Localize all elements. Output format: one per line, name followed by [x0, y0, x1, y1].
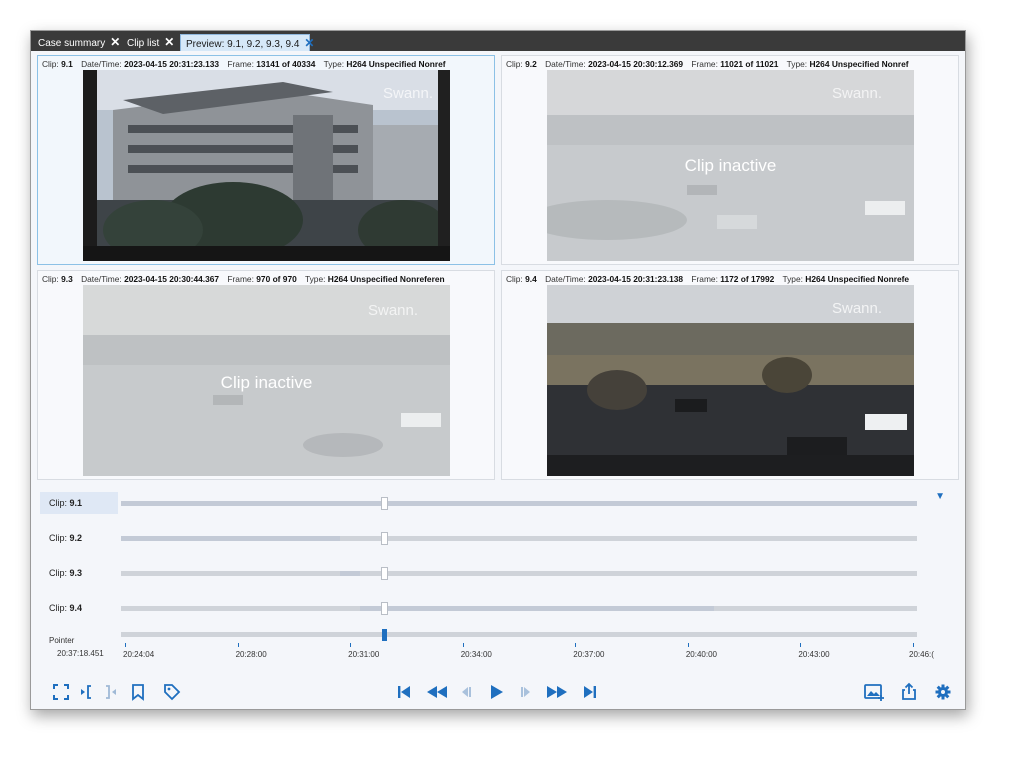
timeline-tick — [687, 643, 689, 647]
timeline-tick-label: 20:31:00 — [348, 650, 380, 659]
timeline-row-9-3[interactable]: Clip: 9.3 — [37, 562, 955, 584]
timeline-row-label: Clip: 9.4 — [49, 603, 83, 613]
clip-range — [121, 536, 340, 541]
timeline-tick — [350, 643, 352, 647]
video-panel-9-1[interactable]: Clip: 9.1 Date/Time: 2023-04-15 20:31:23… — [37, 55, 495, 265]
clip-range — [359, 606, 715, 611]
step-back-icon[interactable] — [456, 682, 476, 702]
timeline-row-label: Clip: 9.3 — [49, 568, 83, 578]
timeline-handle[interactable] — [380, 567, 388, 580]
pointer-row: Pointer 20:37:18.451 20:24:04 20:28:00 20:… — [37, 619, 955, 659]
pointer-time: 20:37:18.451 — [57, 649, 104, 658]
timeline-handle[interactable] — [380, 497, 388, 510]
pointer-label: Pointer — [49, 636, 75, 645]
skip-to-end-icon[interactable] — [580, 682, 600, 702]
tab-label: Clip list — [127, 38, 160, 49]
timeline-row-9-1[interactable]: Clip: 9.1 — [37, 492, 955, 514]
tag-icon[interactable] — [162, 682, 182, 702]
clip-info: Clip: 9.1 Date/Time: 2023-04-15 20:31:23… — [42, 59, 446, 69]
video-frame[interactable]: Swann. — [547, 285, 914, 476]
timeline-track[interactable] — [121, 497, 917, 510]
clip-info: Clip: 9.2 Date/Time: 2023-04-15 20:30:12… — [506, 59, 909, 69]
clip-info: Clip: 9.4 Date/Time: 2023-04-15 20:31:23… — [506, 274, 910, 284]
camera-image-parking-lot: Swann. — [547, 285, 914, 476]
timeline-handle[interactable] — [380, 532, 388, 545]
pointer-track[interactable] — [121, 632, 917, 637]
clip-range — [339, 571, 360, 576]
fast-forward-icon[interactable] — [544, 682, 570, 702]
close-icon[interactable]: ✕ — [164, 34, 174, 51]
step-forward-icon[interactable] — [516, 682, 536, 702]
fullscreen-icon[interactable] — [51, 682, 71, 702]
mark-in-icon[interactable] — [77, 682, 97, 702]
timeline-tick — [125, 643, 126, 647]
timeline-tick-label: 20:28:00 — [235, 650, 267, 659]
video-panel-9-3[interactable]: Clip: 9.3 Date/Time: 2023-04-15 20:30:44… — [37, 270, 495, 480]
timeline-row-9-4[interactable]: Clip: 9.4 — [37, 597, 955, 619]
mark-out-icon[interactable] — [101, 682, 121, 702]
bookmark-icon[interactable] — [128, 682, 148, 702]
timeline-handle[interactable] — [380, 602, 388, 615]
timeline-row-label: Clip: 9.1 — [40, 492, 118, 514]
timeline-track[interactable] — [121, 602, 917, 615]
timeline-tick — [462, 643, 464, 647]
video-panel-9-4[interactable]: Clip: 9.4 Date/Time: 2023-04-15 20:31:23… — [501, 270, 959, 480]
timeline: ▼ Clip: 9.1 Clip: 9.2 Clip: 9.3 Clip: 9.… — [37, 487, 955, 669]
timeline-tick-label: 20:24:04 — [123, 650, 155, 659]
pointer-handle[interactable] — [381, 629, 387, 641]
timeline-tick — [575, 643, 577, 647]
tab-label: Preview: 9.1, 9.2, 9.3, 9.4 — [186, 39, 300, 50]
play-icon[interactable] — [486, 682, 506, 702]
clip-info: Clip: 9.3 Date/Time: 2023-04-15 20:30:44… — [42, 274, 445, 284]
camera-image-building: Swann. — [83, 70, 450, 261]
clip-range — [121, 501, 917, 506]
video-frame[interactable]: Swann. Clip inactive — [547, 70, 914, 261]
timeline-tick-label: 20:40:00 — [685, 650, 717, 659]
settings-icon[interactable] — [933, 682, 953, 702]
svg-text:Swann.: Swann. — [383, 85, 433, 102]
timeline-tick — [913, 643, 914, 647]
timeline-track[interactable] — [121, 567, 917, 580]
skip-to-start-icon[interactable] — [394, 682, 414, 702]
video-frame[interactable]: Swann. Clip inactive — [83, 285, 450, 476]
clip-status: Clip inactive — [220, 373, 313, 392]
export-icon[interactable] — [899, 682, 919, 702]
rewind-icon[interactable] — [424, 682, 450, 702]
timeline-tick-label: 20:34:00 — [460, 650, 492, 659]
video-frame[interactable]: Swann. — [83, 70, 450, 261]
timeline-track[interactable] — [121, 532, 917, 545]
tab-preview[interactable]: Preview: 9.1, 9.2, 9.3, 9.4 ✕ — [180, 34, 314, 51]
tab-label: Case summary — [38, 38, 106, 49]
tab-bar: Case summary ✕ Clip list ✕ Preview: 9.1, 9… — [31, 31, 965, 51]
close-icon[interactable]: ✕ — [304, 35, 314, 52]
preview-window: Case summary ✕ Clip list ✕ Preview: 9.1, 9… — [30, 30, 966, 710]
timeline-row-label: Clip: 9.2 — [49, 533, 83, 543]
timeline-tick-label: 20:37:00 — [573, 650, 605, 659]
timeline-row-9-2[interactable]: Clip: 9.2 — [37, 527, 955, 549]
timeline-tick — [237, 643, 239, 647]
timeline-tick — [800, 643, 802, 647]
tab-case-summary[interactable]: Case summary ✕ — [33, 34, 120, 51]
svg-text:Swann.: Swann. — [832, 85, 882, 102]
timeline-tick-label: 20:46:( — [909, 650, 934, 659]
clip-status: Clip inactive — [684, 156, 777, 175]
close-icon[interactable]: ✕ — [110, 34, 120, 51]
video-panel-9-2[interactable]: Clip: 9.2 Date/Time: 2023-04-15 20:30:12… — [501, 55, 959, 265]
playback-toolbar — [31, 677, 965, 707]
svg-text:Swann.: Swann. — [368, 302, 418, 319]
snapshot-icon[interactable] — [863, 682, 887, 702]
tab-clip-list[interactable]: Clip list ✕ — [122, 34, 174, 51]
svg-text:Swann.: Swann. — [832, 300, 882, 317]
timeline-tick-label: 20:43:00 — [798, 650, 830, 659]
